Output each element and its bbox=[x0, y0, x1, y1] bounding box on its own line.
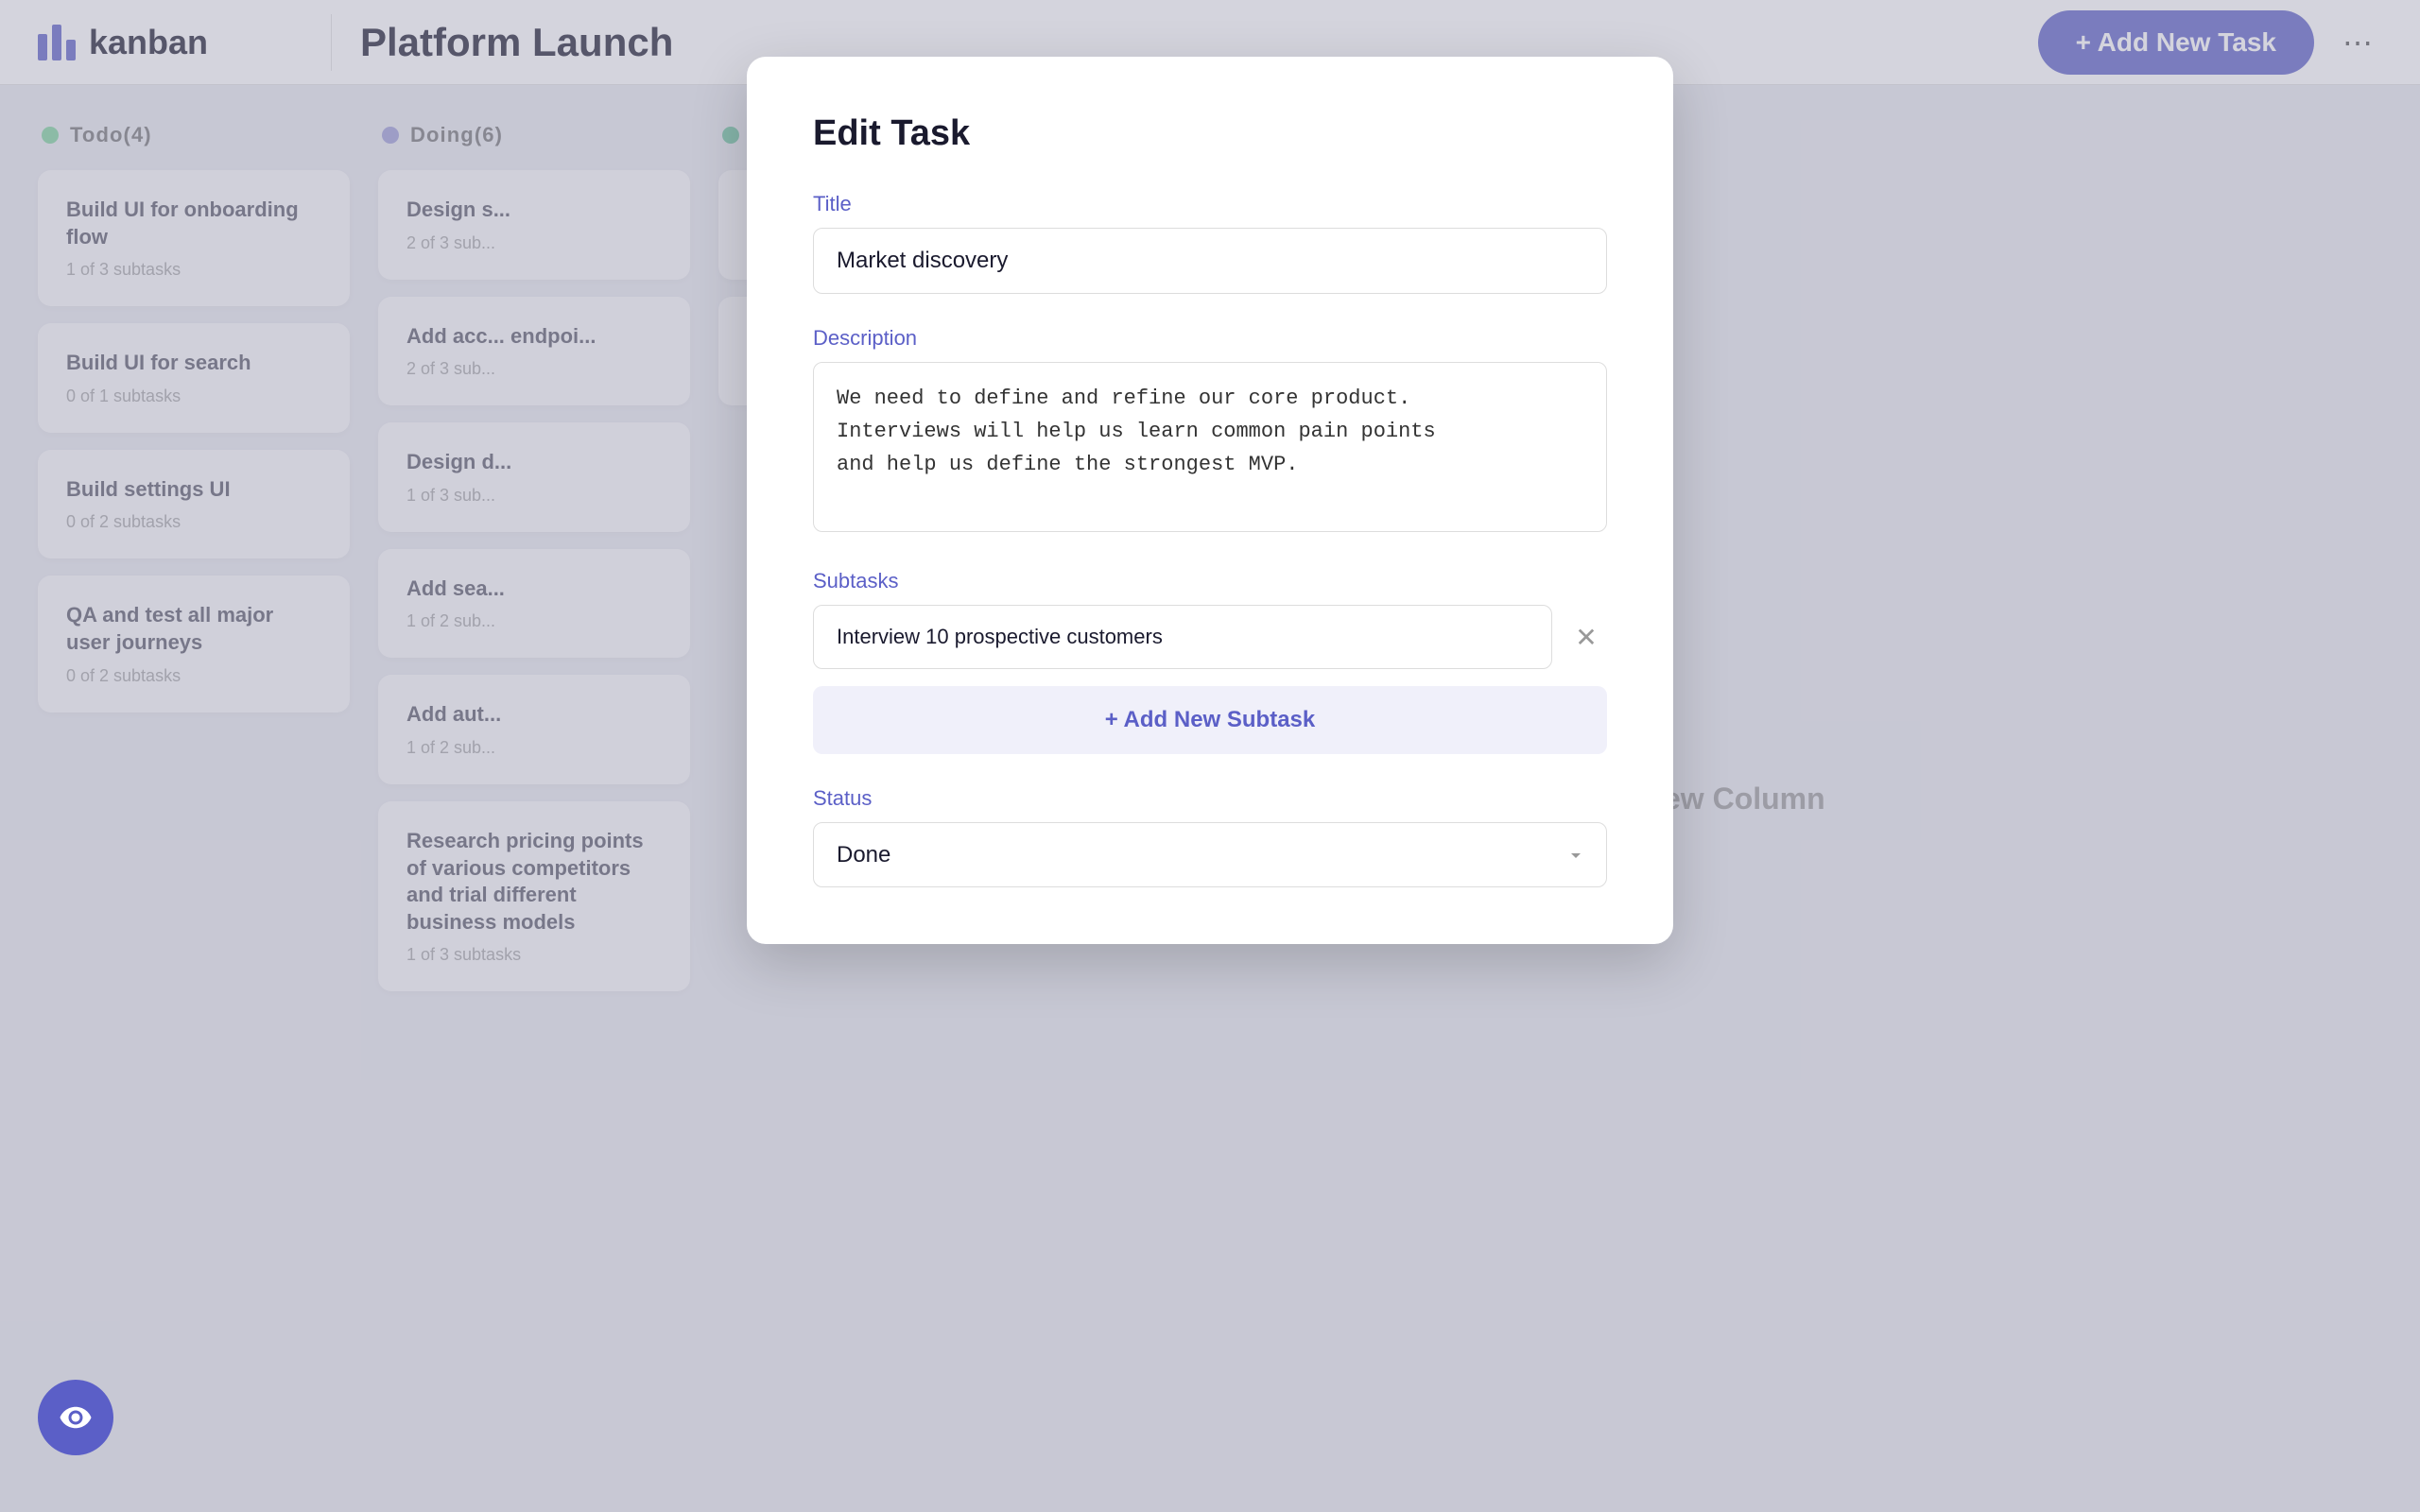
eye-button[interactable] bbox=[38, 1380, 113, 1455]
eye-icon bbox=[59, 1400, 93, 1435]
remove-subtask-button[interactable]: ✕ bbox=[1565, 616, 1607, 658]
description-textarea[interactable]: We need to define and refine our core pr… bbox=[813, 362, 1607, 532]
add-subtask-button[interactable]: + Add New Subtask bbox=[813, 686, 1607, 754]
status-select[interactable]: Todo Doing Done bbox=[813, 822, 1607, 887]
edit-task-modal: Edit Task Title Description We need to d… bbox=[747, 57, 1673, 944]
status-label: Status bbox=[813, 786, 1607, 811]
title-input[interactable] bbox=[813, 228, 1607, 294]
title-label: Title bbox=[813, 192, 1607, 216]
modal-overlay[interactable]: Edit Task Title Description We need to d… bbox=[0, 0, 2420, 1512]
subtask-row: ✕ bbox=[813, 605, 1607, 669]
subtask-input[interactable] bbox=[813, 605, 1552, 669]
subtasks-label: Subtasks bbox=[813, 569, 1607, 593]
description-label: Description bbox=[813, 326, 1607, 351]
modal-title: Edit Task bbox=[813, 113, 1607, 154]
